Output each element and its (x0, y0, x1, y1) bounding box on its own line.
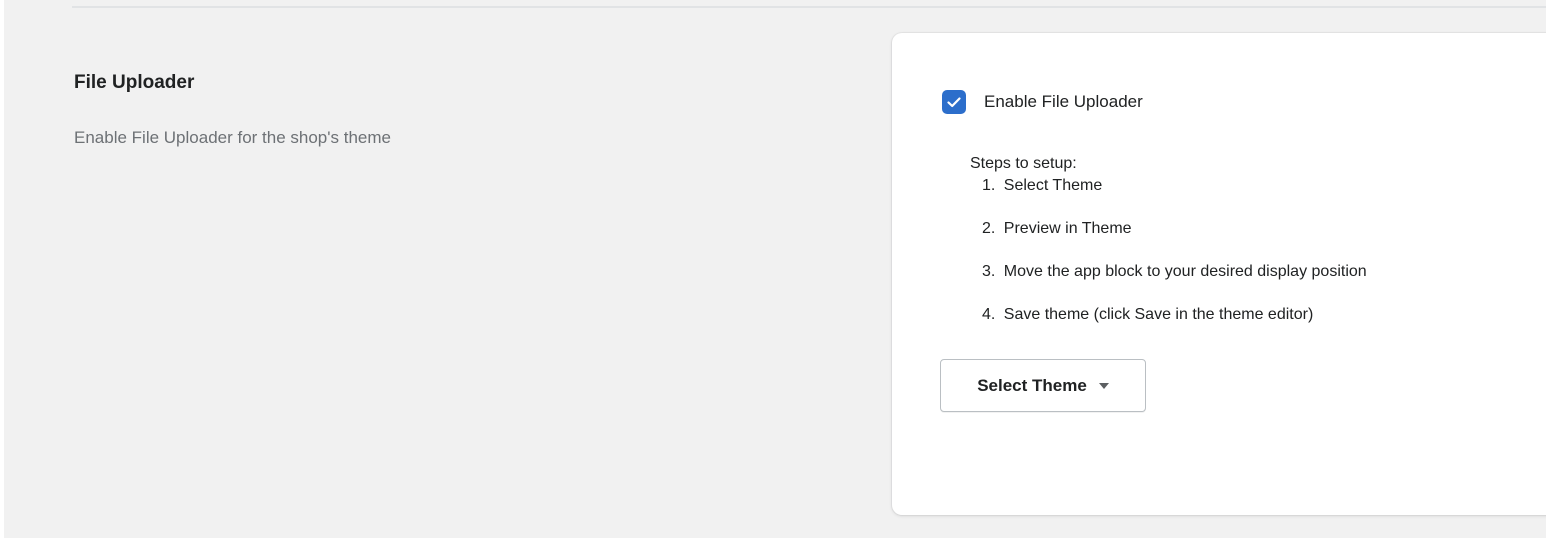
step-item: 2. Preview in Theme (982, 218, 1546, 240)
section-description: Enable File Uploader for the shop's them… (74, 128, 391, 147)
caret-down-icon (1098, 382, 1109, 389)
section-divider (72, 6, 1546, 8)
enable-file-uploader-checkbox-row[interactable]: Enable File Uploader (942, 90, 1143, 114)
step-text: Move the app block to your desired displ… (1003, 263, 1367, 280)
settings-page: File Uploader Enable File Uploader for t… (0, 0, 1546, 538)
file-uploader-card: Enable File Uploader Steps to setup: 1. … (892, 33, 1546, 515)
left-border (0, 0, 4, 538)
enable-file-uploader-label: Enable File Uploader (984, 92, 1143, 111)
step-text: Select Theme (1003, 177, 1103, 194)
section-title: File Uploader (74, 72, 195, 93)
step-item: 1. Select Theme (982, 175, 1546, 197)
select-theme-label: Select Theme (977, 375, 1087, 395)
step-item: 4. Save theme (click Save in the theme e… (982, 304, 1546, 326)
checkmark-icon (947, 96, 961, 107)
step-number: 4. (982, 306, 996, 323)
setup-steps: Steps to setup: 1. Select Theme 2. Previ… (970, 153, 1546, 347)
step-number: 2. (982, 220, 996, 237)
step-number: 3. (982, 263, 996, 280)
step-number: 1. (982, 177, 996, 194)
steps-list: 1. Select Theme 2. Preview in Theme 3. M… (970, 175, 1546, 326)
select-theme-button[interactable]: Select Theme (940, 359, 1146, 412)
enable-file-uploader-checkbox[interactable] (942, 90, 966, 114)
step-text: Save theme (click Save in the theme edit… (1003, 306, 1314, 323)
steps-heading: Steps to setup: (970, 155, 1077, 172)
step-text: Preview in Theme (1003, 220, 1132, 237)
section-info: File Uploader Enable File Uploader for t… (74, 70, 834, 150)
step-item: 3. Move the app block to your desired di… (982, 261, 1546, 283)
